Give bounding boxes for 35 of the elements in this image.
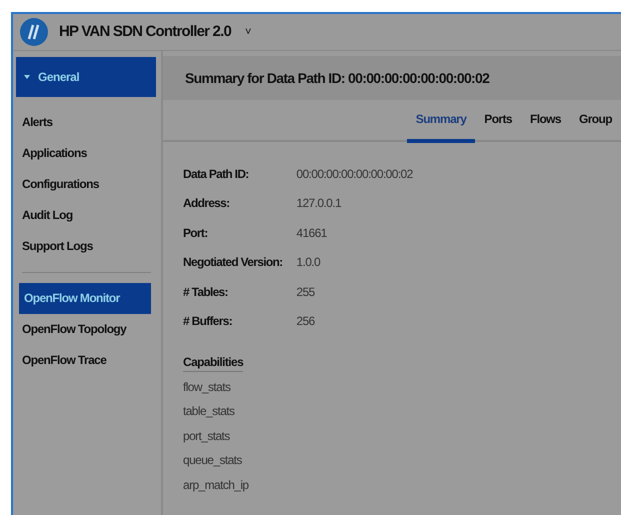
field-value: 127.0.0.1: [296, 195, 342, 212]
field-value: 255: [296, 284, 316, 300]
sidebar-item[interactable]: Configurations: [13, 168, 161, 200]
dropdown-toggle[interactable]: ˅: [244, 26, 252, 38]
capability-item: table_stats: [183, 403, 236, 420]
sidebar-item[interactable]: OpenFlow Trace: [13, 344, 161, 376]
sidebar-item[interactable]: Support Logs: [13, 230, 161, 262]
field-label: Negotiated Version:: [183, 254, 284, 271]
logo-icon: [19, 16, 49, 47]
page-title: Summary for Data Path ID: 00:00:00:00:00:00:00:02: [163, 56, 621, 100]
field-value: 1.0.0: [296, 254, 322, 271]
field-label: Address:: [183, 195, 230, 212]
field-label: # Tables:: [183, 284, 229, 300]
field-label: # Buffers:: [183, 313, 234, 330]
capabilities-heading: Capabilities: [183, 354, 244, 372]
sidebar-item[interactable]: Audit Log: [13, 200, 161, 230]
field-label: Data Path ID:: [183, 166, 250, 182]
field-value: 41661: [296, 224, 328, 242]
tab[interactable]: Ports: [475, 100, 521, 142]
sidebar-item[interactable]: OpenFlow Monitor: [19, 282, 151, 314]
tab[interactable]: Flows: [520, 100, 570, 142]
capability-item: queue_stats: [183, 452, 243, 469]
capability-item: arp_match_ip: [183, 476, 250, 494]
app-title: HP VAN SDN Controller 2.0: [59, 23, 231, 40]
sidebar-item[interactable]: OpenFlow Topology: [13, 314, 161, 344]
capability-item: flow_stats: [183, 378, 232, 396]
capability-item: port_stats: [183, 428, 231, 444]
tab[interactable]: Group: [570, 100, 621, 142]
field-label: Port:: [183, 224, 208, 242]
sidebar-section-header[interactable]: General: [16, 56, 156, 96]
sidebar-item[interactable]: Alerts: [13, 106, 161, 138]
sidebar-item[interactable]: Applications: [13, 138, 161, 168]
field-value: 00:00:00:00:00:00:00:02: [296, 166, 413, 182]
tab[interactable]: Summary: [406, 100, 476, 142]
field-value: 256: [296, 313, 316, 330]
